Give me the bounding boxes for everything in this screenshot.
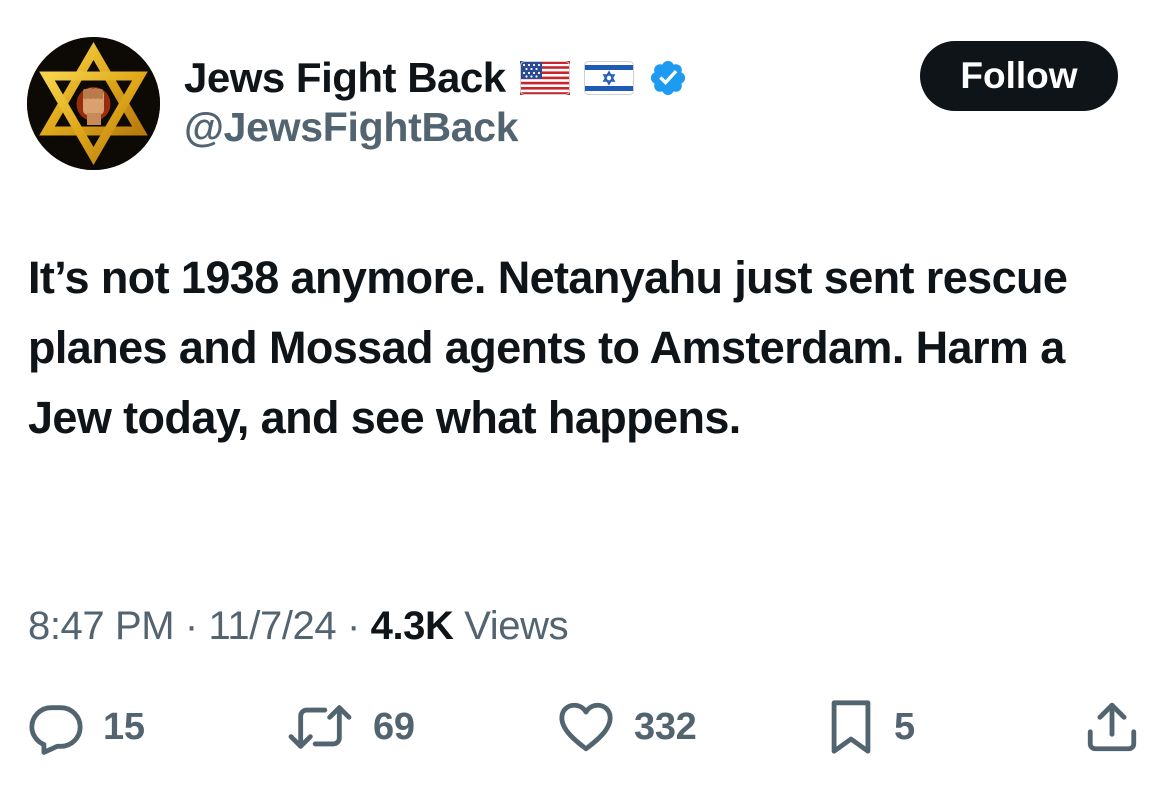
like-button[interactable]: 332 (556, 695, 697, 759)
handle[interactable]: @JewsFightBack (184, 104, 519, 151)
tweet-date[interactable]: 11/7/24 (209, 604, 337, 648)
bookmark-icon (831, 700, 871, 754)
share-button[interactable] (1083, 695, 1141, 759)
tweet-time[interactable]: 8:47 PM (28, 604, 175, 648)
verified-badge-icon[interactable] (648, 58, 688, 98)
follow-button[interactable]: Follow (920, 41, 1118, 111)
meta-separator: · (346, 604, 360, 648)
like-count: 332 (634, 705, 697, 748)
reply-icon (29, 705, 83, 755)
avatar[interactable] (27, 37, 160, 170)
us-flag-icon (519, 61, 570, 95)
israel-flag-icon (583, 61, 634, 95)
bookmark-count: 5 (894, 705, 915, 748)
repost-icon (288, 705, 352, 749)
tweet-text: It’s not 1938 anymore. Netanyahu just se… (28, 252, 1068, 443)
repost-button[interactable]: 69 (285, 695, 415, 759)
reply-count: 15 (103, 705, 145, 748)
reply-button[interactable]: 15 (27, 695, 145, 759)
share-icon (1087, 702, 1137, 752)
star-of-david-fist-icon (27, 37, 160, 170)
display-name-row: Jews Fight Back (184, 50, 688, 106)
repost-count: 69 (373, 705, 415, 748)
views-count: 4.3K (370, 604, 454, 648)
display-name[interactable]: Jews Fight Back (184, 54, 506, 102)
views-label: Views (464, 604, 569, 648)
heart-icon (559, 702, 613, 752)
tweet-meta: 8:47 PM · 11/7/24 · 4.3K Views (28, 599, 569, 653)
bookmark-button[interactable]: 5 (826, 695, 915, 759)
tweet: Jews Fight Back @JewsFightBack Follow It… (0, 0, 1170, 794)
meta-separator: · (184, 604, 198, 648)
